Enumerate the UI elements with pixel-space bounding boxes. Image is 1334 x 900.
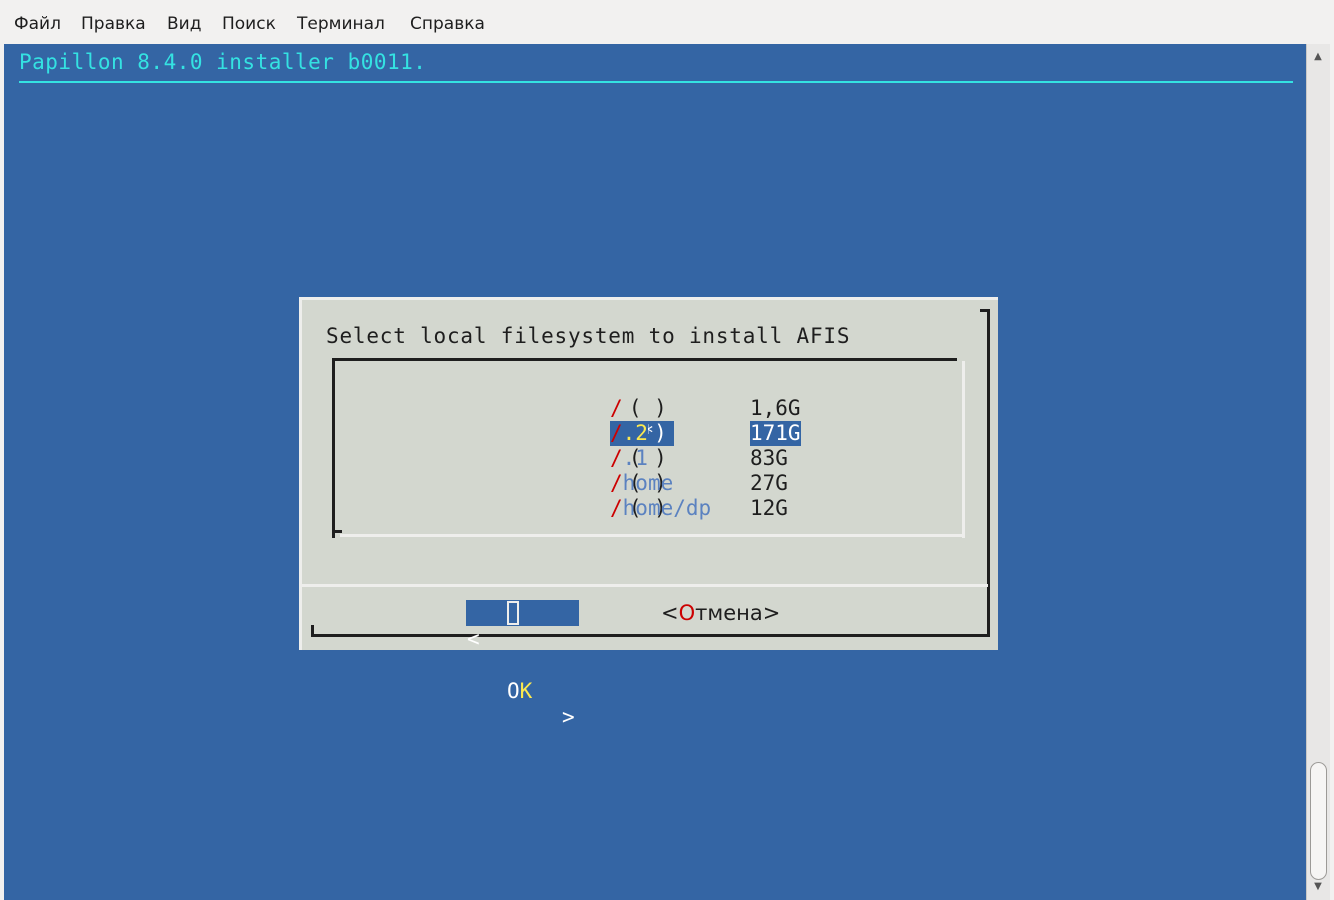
window-edge xyxy=(1330,44,1334,900)
cancel-hotkey: О xyxy=(678,601,696,625)
dialog-corner-bottom xyxy=(311,625,314,635)
ok-bracket-right: > xyxy=(562,705,575,729)
filesystem-list: ( )/1,6G (*)/.2171G ( )/.183G ( )/home27… xyxy=(332,358,965,538)
ok-label-rest: K xyxy=(519,679,533,703)
cancel-bracket-left: < xyxy=(661,601,679,625)
filesystem-size: 171G xyxy=(750,421,801,446)
dialog-title: Select local filesystem to install AFIS xyxy=(326,324,851,348)
button-separator xyxy=(302,584,988,587)
dialog-corner-top xyxy=(980,309,990,312)
filesystem-size: 27G xyxy=(750,471,788,495)
dialog-shadow-right xyxy=(987,309,990,637)
list-border-left xyxy=(332,358,335,538)
dialog-border-top xyxy=(299,297,998,300)
ok-label: OK xyxy=(507,678,532,704)
title-rule xyxy=(19,81,1293,83)
dialog-border-left xyxy=(299,297,302,650)
list-border-bottom xyxy=(340,534,965,537)
menu-terminal[interactable]: Терминал xyxy=(293,12,389,36)
filesystem-name: /home/dp xyxy=(610,496,711,521)
list-corner xyxy=(332,530,342,533)
cancel-bracket-right: > xyxy=(762,601,781,625)
fs-slash: / xyxy=(610,496,623,520)
list-item[interactable]: ( )/home 27G xyxy=(553,446,788,495)
filesystem-size: 1,6G xyxy=(750,396,801,420)
arrow-up-icon[interactable]: ▲ xyxy=(1307,50,1329,64)
list-item[interactable]: ( )/1,6G xyxy=(553,371,801,420)
scrollbar-thumb[interactable] xyxy=(1310,762,1327,880)
ok-hotkey: O xyxy=(507,679,520,703)
list-item-selected[interactable]: (*)/.2171G xyxy=(553,396,801,446)
cursor-box xyxy=(507,601,519,625)
filesystem-size: 83G xyxy=(750,446,788,470)
arrow-down-icon[interactable]: ▼ xyxy=(1307,880,1329,894)
cancel-label-rest: тмена xyxy=(695,601,763,625)
filesystem-size: 12G xyxy=(750,496,788,520)
installer-title: Papillon 8.4.0 installer b0011. xyxy=(19,50,427,74)
menu-help[interactable]: Справка xyxy=(406,12,489,36)
list-border-right xyxy=(962,361,965,538)
cancel-button[interactable]: <Отмена> xyxy=(661,600,780,626)
menu-file[interactable]: Файл xyxy=(10,12,65,36)
list-border-top xyxy=(332,358,957,361)
menu-search[interactable]: Поиск xyxy=(218,12,280,36)
menu-bar: Файл Правка Вид Поиск Терминал Справка xyxy=(0,0,1334,44)
ok-bracket-left: < xyxy=(467,627,480,651)
fs-path: home/dp xyxy=(622,496,712,520)
ok-button[interactable]: < OK > xyxy=(466,600,579,729)
menu-view[interactable]: Вид xyxy=(163,12,205,36)
list-item[interactable]: ( )/home/dp 12G xyxy=(553,471,788,520)
dialog-shadow-bottom xyxy=(311,634,990,637)
menu-edit[interactable]: Правка xyxy=(77,12,150,36)
list-item[interactable]: ( )/.1 83G xyxy=(553,421,788,470)
terminal-scrollbar[interactable]: ▲ ▼ xyxy=(1306,44,1330,900)
filesystem-dialog: Select local filesystem to install AFIS … xyxy=(299,297,998,729)
